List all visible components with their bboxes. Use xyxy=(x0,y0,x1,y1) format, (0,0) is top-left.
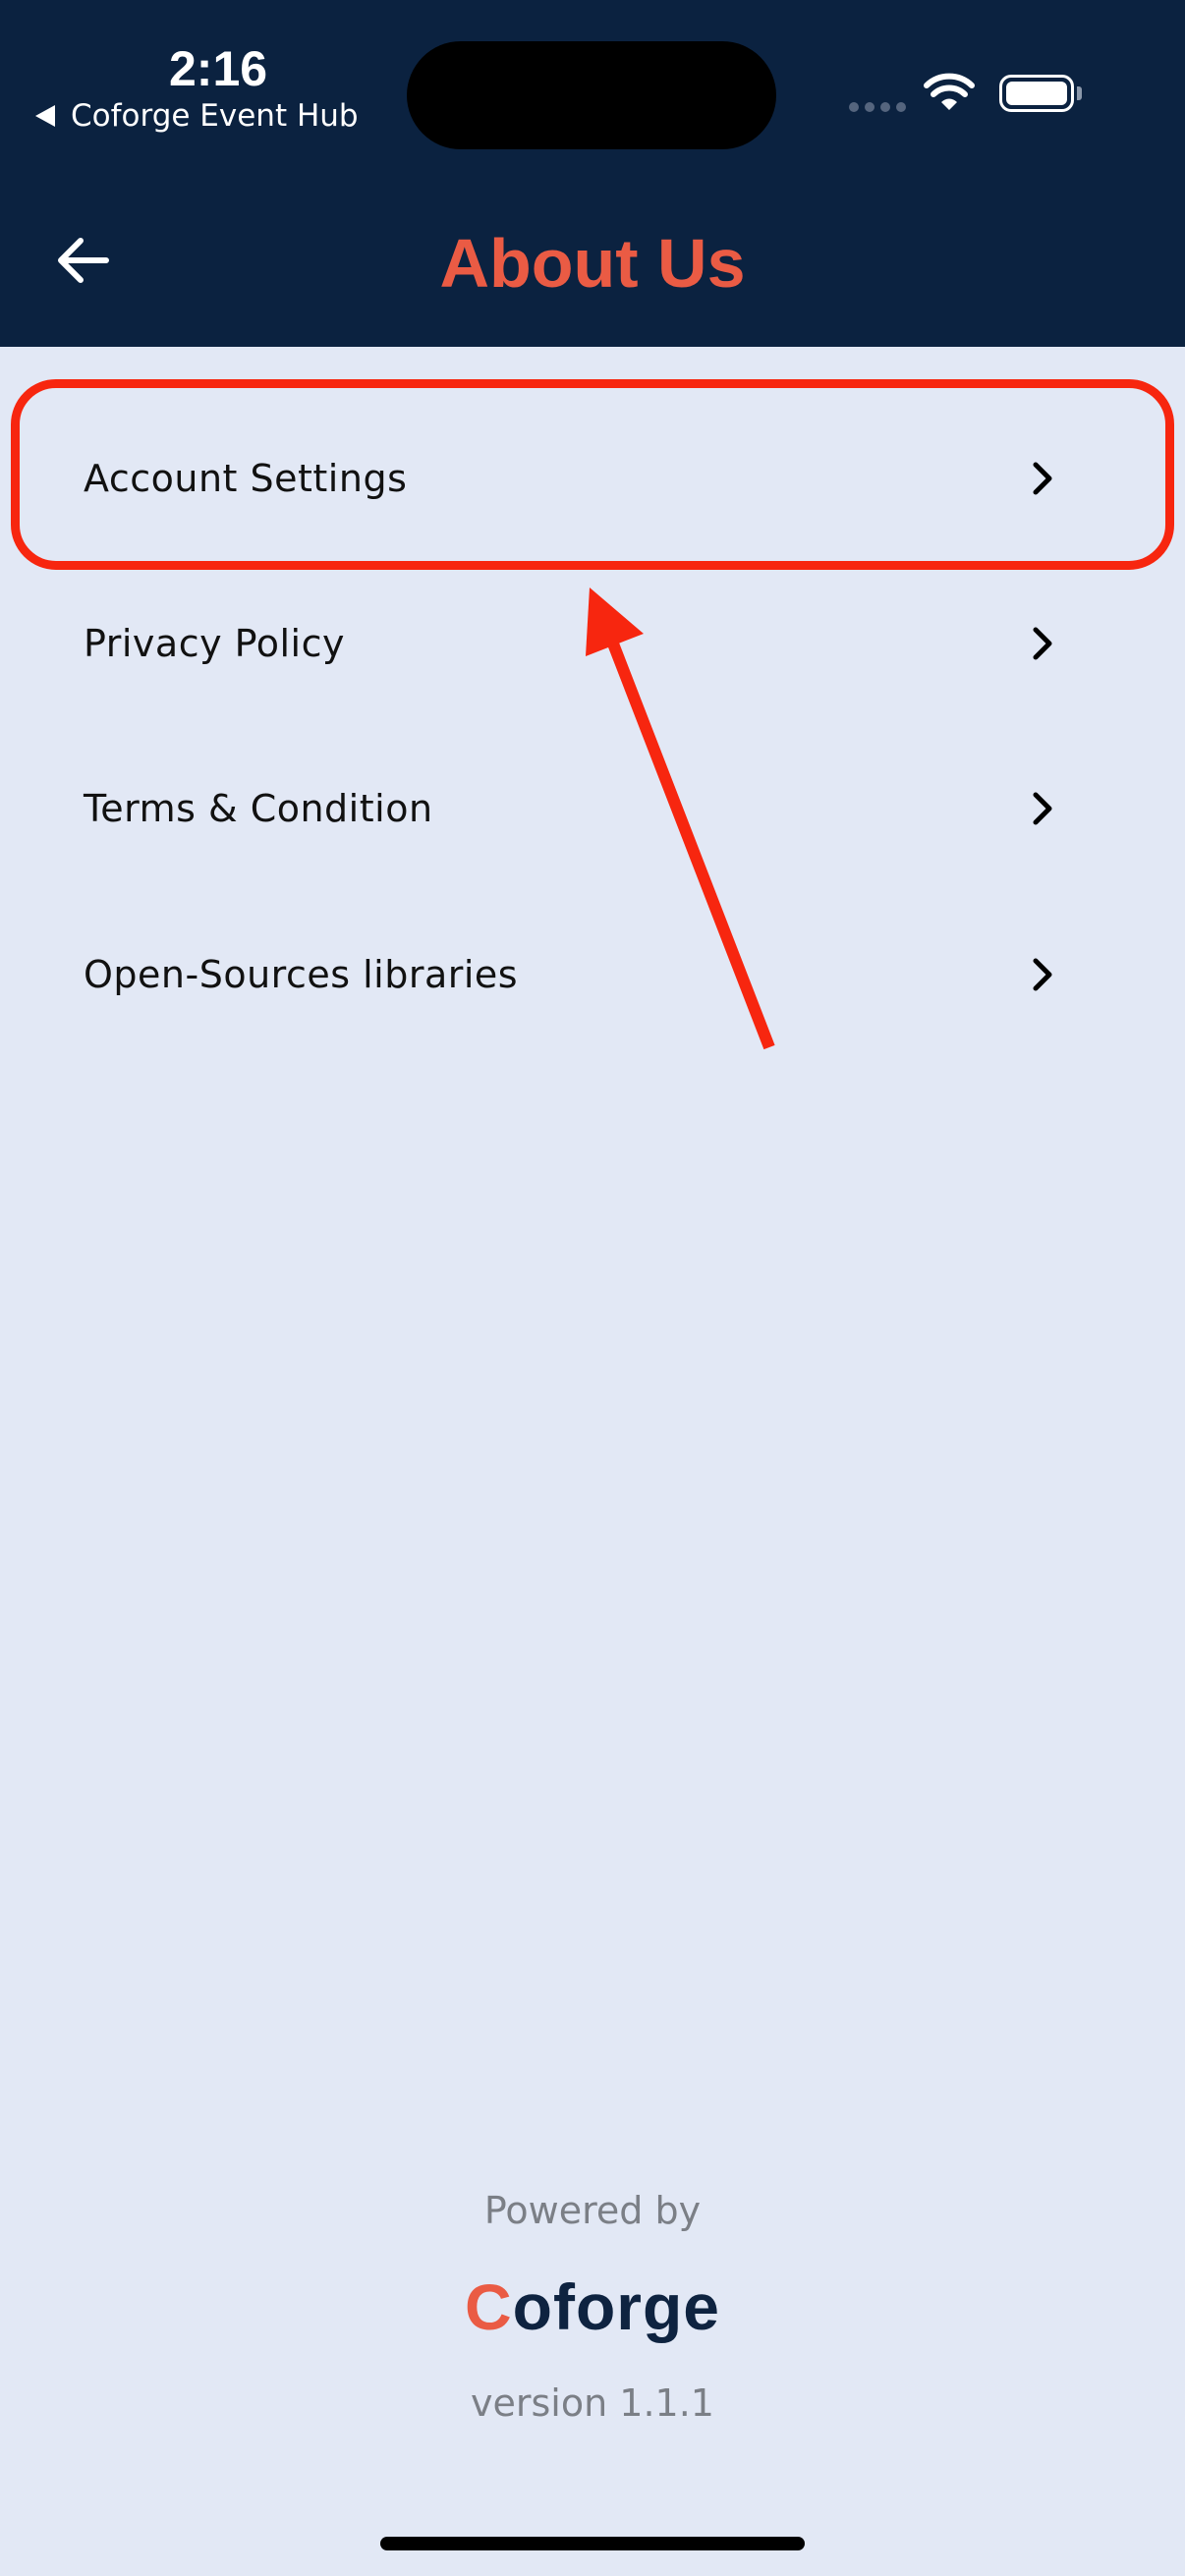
back-triangle-icon xyxy=(35,105,55,127)
back-to-app-label: Coforge Event Hub xyxy=(71,98,359,134)
menu-item-label: Account Settings xyxy=(84,457,408,500)
menu-item-label: Terms & Condition xyxy=(84,787,433,830)
chevron-right-icon xyxy=(1033,462,1052,495)
chevron-right-icon xyxy=(1033,627,1052,660)
status-time: 2:16 xyxy=(169,41,268,96)
back-to-app-link[interactable]: Coforge Event Hub xyxy=(35,96,359,136)
dynamic-island xyxy=(407,41,776,149)
powered-by-label: Powered by xyxy=(483,2189,702,2232)
menu-item-label: Open-Sources libraries xyxy=(84,953,519,996)
coforge-logo: Coforge xyxy=(465,2270,720,2343)
menu-item-terms-condition[interactable]: Terms & Condition xyxy=(0,735,1185,882)
page-title: About Us xyxy=(439,225,746,302)
menu-item-label: Privacy Policy xyxy=(84,622,345,665)
chevron-right-icon xyxy=(1033,958,1052,991)
menu-item-privacy-policy[interactable]: Privacy Policy xyxy=(0,570,1185,717)
menu-item-account-settings[interactable]: Account Settings xyxy=(0,405,1185,552)
chevron-right-icon xyxy=(1033,792,1052,825)
wifi-icon xyxy=(924,73,975,116)
home-indicator[interactable] xyxy=(380,2537,805,2550)
battery-cap xyxy=(1077,86,1082,100)
cellular-signal-icon xyxy=(849,102,906,112)
battery-icon xyxy=(999,75,1074,112)
menu-item-open-source-libraries[interactable]: Open-Sources libraries xyxy=(0,901,1185,1048)
version-label: version 1.1.1 xyxy=(471,2381,714,2425)
